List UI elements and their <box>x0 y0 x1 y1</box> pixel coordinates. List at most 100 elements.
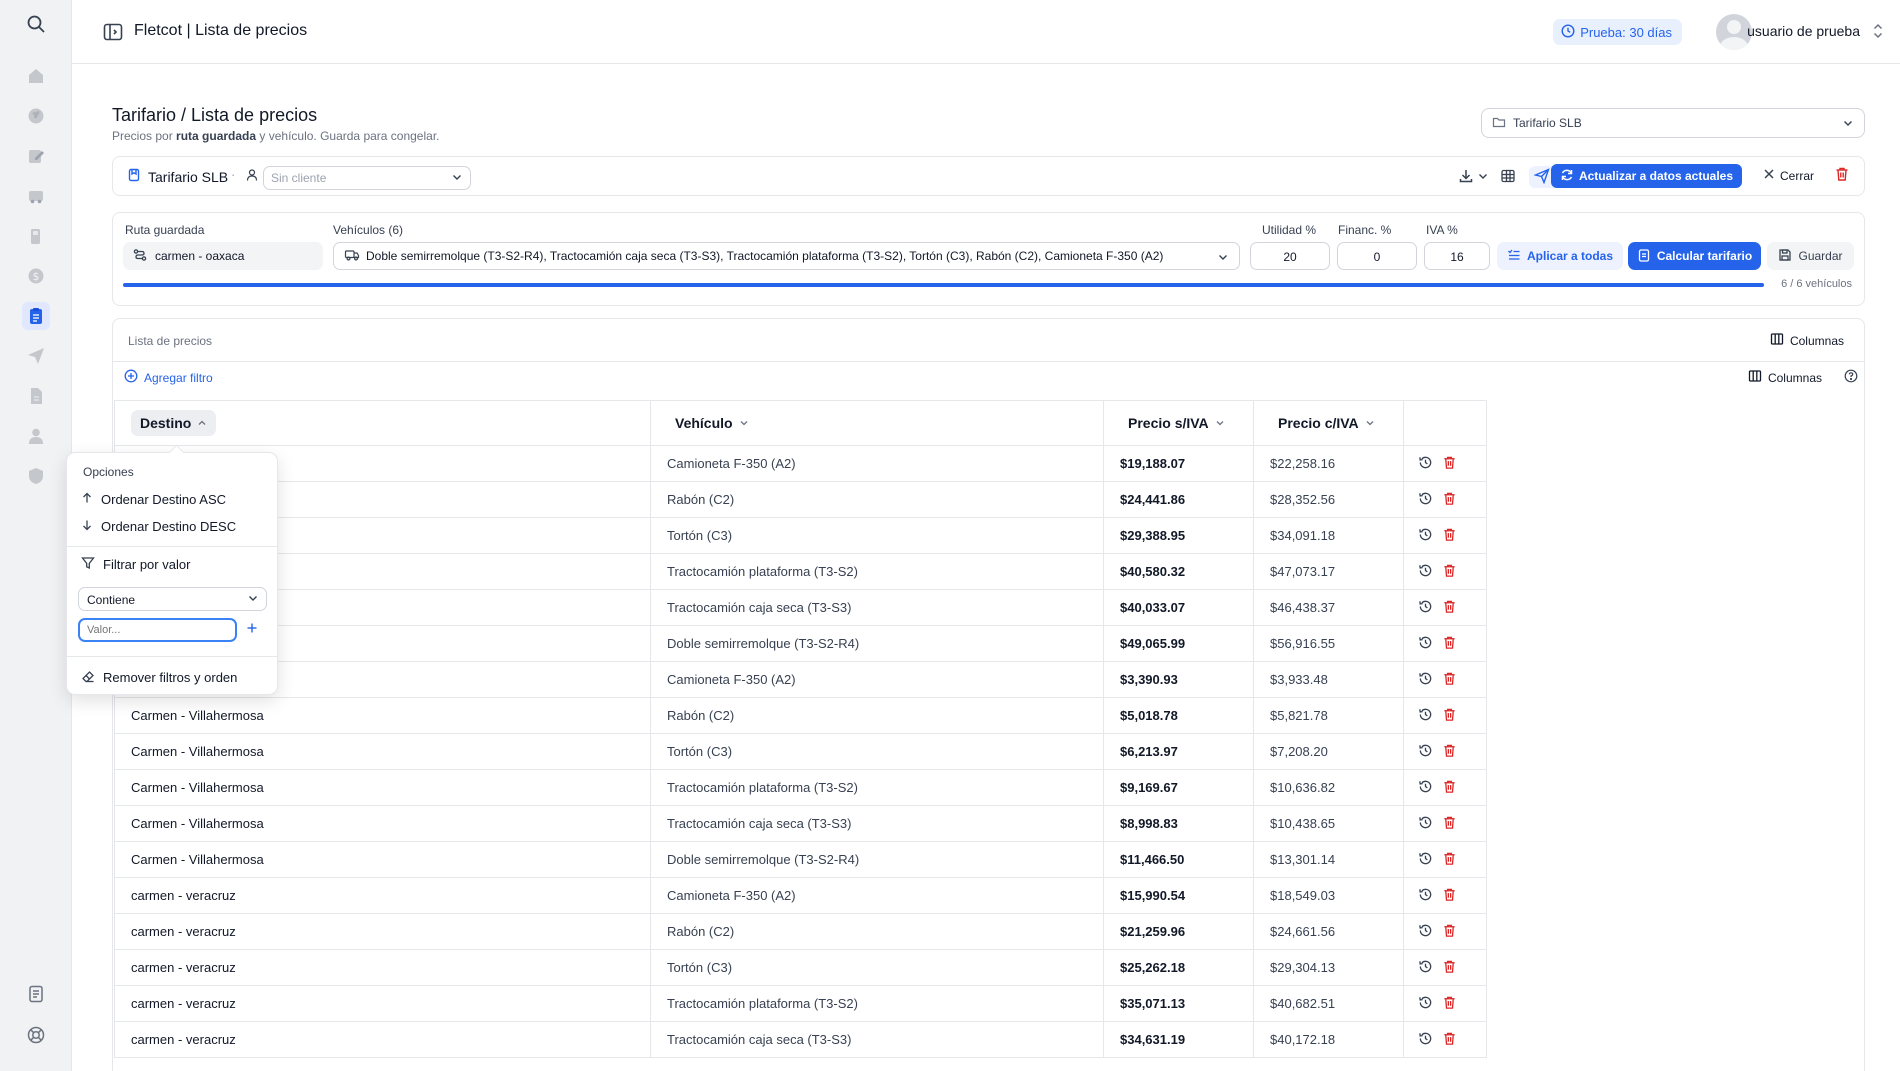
user-name[interactable]: usuario de prueba <box>1747 23 1860 39</box>
trash-icon[interactable] <box>1442 959 1457 977</box>
trash-icon[interactable] <box>1442 455 1457 473</box>
help-lifebuoy-icon[interactable] <box>22 1021 50 1049</box>
table-row[interactable]: carmen - veracruz Tractocamión caja seca … <box>114 1021 1487 1058</box>
columns-button-header[interactable]: Columnas <box>1770 332 1844 349</box>
trash-icon[interactable] <box>1442 779 1457 797</box>
trash-icon[interactable] <box>1442 707 1457 725</box>
trash-icon[interactable] <box>1442 851 1457 869</box>
iva-input[interactable]: 16 <box>1424 242 1490 270</box>
table-row[interactable]: Camioneta F-350 (A2) $3,390.93 $3,933.48 <box>114 661 1487 698</box>
trash-icon[interactable] <box>1442 923 1457 941</box>
tariff-select[interactable]: Tarifario SLB <box>1481 108 1865 138</box>
history-icon[interactable] <box>1418 959 1433 977</box>
col-header-destino[interactable]: Destino <box>114 400 651 446</box>
sort-desc-option[interactable]: Ordenar Destino DESC <box>81 519 236 534</box>
trash-icon[interactable] <box>1442 671 1457 689</box>
history-icon[interactable] <box>1418 599 1433 617</box>
table-row[interactable]: Tractocamión plataforma (T3-S2) $40,580.3… <box>114 553 1487 590</box>
table-row[interactable]: Tractocamión caja seca (T3-S3) $40,033.07… <box>114 589 1487 626</box>
shield-icon[interactable] <box>22 462 50 490</box>
table-view-button[interactable] <box>1500 166 1516 188</box>
table-row[interactable]: Carmen - Villahermosa Rabón (C2) $5,018.78… <box>114 697 1487 734</box>
close-button[interactable]: Cerrar <box>1763 168 1814 183</box>
truck-icon[interactable] <box>22 182 50 210</box>
utilidad-input[interactable]: 20 <box>1250 242 1330 270</box>
table-row[interactable]: Carmen - Villahermosa Tortón (C3) $6,213.9… <box>114 733 1487 770</box>
add-filter-value-button[interactable] <box>245 621 259 638</box>
history-icon[interactable] <box>1418 1031 1433 1049</box>
table-row[interactable]: carmen - veracruz Tractocamión plataforma… <box>114 985 1487 1022</box>
table-row[interactable]: Camioneta F-350 (A2) $19,188.07 $22,258.16 <box>114 445 1487 482</box>
history-icon[interactable] <box>1418 851 1433 869</box>
calculate-tariff-button[interactable]: Calcular tarifario <box>1628 242 1761 270</box>
table-row[interactable]: Carmen - Villahermosa Tractocamión plataf… <box>114 769 1487 806</box>
col-header-precio-siva[interactable]: Precio s/IVA <box>1103 400 1254 446</box>
table-row[interactable]: Tortón (C3) $29,388.95 $34,091.18 <box>114 517 1487 554</box>
history-icon[interactable] <box>1418 635 1433 653</box>
history-icon[interactable] <box>1418 527 1433 545</box>
add-filter-button[interactable]: Agregar filtro <box>124 369 213 386</box>
filter-value-input[interactable] <box>78 618 237 642</box>
filter-operator-select[interactable]: Contiene <box>78 587 267 611</box>
home-icon[interactable] <box>22 62 50 90</box>
trash-icon[interactable] <box>1442 599 1457 617</box>
download-menu-button[interactable] <box>1458 166 1489 188</box>
table-row[interactable]: Rabón (C2) $24,441.86 $28,352.56 <box>114 481 1487 518</box>
user-icon[interactable] <box>22 422 50 450</box>
help-icon[interactable] <box>1844 369 1858 386</box>
col-header-precio-civa[interactable]: Precio c/IVA <box>1253 400 1404 446</box>
price-list-icon[interactable] <box>22 302 50 330</box>
client-select[interactable]: Sin cliente <box>263 166 471 190</box>
document-icon[interactable] <box>22 382 50 410</box>
table-row[interactable]: carmen - veracruz Camioneta F-350 (A2) $15… <box>114 877 1487 914</box>
history-icon[interactable] <box>1418 707 1433 725</box>
history-icon[interactable] <box>1418 779 1433 797</box>
dollar-icon[interactable]: $ <box>22 262 50 290</box>
chevron-up-down-icon[interactable] <box>1871 22 1885 40</box>
table-row[interactable]: Carmen - Villahermosa Tractocamión caja s… <box>114 805 1487 842</box>
table-row[interactable]: Doble semirremolque (T3-S2-R4) $49,065.99… <box>114 625 1487 662</box>
remove-filters-option[interactable]: Remover filtros y orden <box>81 669 237 686</box>
fuel-icon[interactable] <box>22 222 50 250</box>
apply-all-button[interactable]: Aplicar a todas <box>1497 242 1623 270</box>
edit-note-icon[interactable] <box>22 142 50 170</box>
table-row[interactable]: carmen - veracruz Rabón (C2) $21,259.96 $24… <box>114 913 1487 950</box>
table-row[interactable]: carmen - veracruz Tortón (C3) $25,262.18 $2… <box>114 949 1487 986</box>
save-button[interactable]: Guardar <box>1767 242 1854 270</box>
sort-asc-option[interactable]: Ordenar Destino ASC <box>81 492 226 507</box>
col-header-vehiculo[interactable]: Vehículo <box>650 400 1104 446</box>
history-icon[interactable] <box>1418 923 1433 941</box>
trash-icon[interactable] <box>1442 743 1457 761</box>
history-icon[interactable] <box>1418 671 1433 689</box>
history-icon[interactable] <box>1418 995 1433 1013</box>
history-icon[interactable] <box>1418 563 1433 581</box>
trash-icon[interactable] <box>1442 563 1457 581</box>
history-icon[interactable] <box>1418 491 1433 509</box>
route-field[interactable]: carmen - oaxaca <box>123 242 323 270</box>
search-icon[interactable] <box>22 10 50 38</box>
sidebar-toggle-icon[interactable] <box>102 21 124 43</box>
financ-input[interactable]: 0 <box>1337 242 1417 270</box>
vehicles-multiselect[interactable]: Doble semirremolque (T3-S2-R4), Tractoca… <box>333 242 1240 270</box>
delete-tariff-button[interactable] <box>1834 166 1850 185</box>
trash-icon[interactable] <box>1442 527 1457 545</box>
notes-icon[interactable] <box>22 980 50 1008</box>
columns-button-filter[interactable]: Columnas <box>1748 369 1822 386</box>
trash-icon[interactable] <box>1442 491 1457 509</box>
table-row[interactable]: Carmen - Villahermosa Doble semirremolque… <box>114 841 1487 878</box>
trial-badge[interactable]: Prueba: 30 días <box>1553 19 1682 45</box>
trash-icon[interactable] <box>1442 1031 1457 1049</box>
destino-sort-chip[interactable]: Destino <box>131 410 217 436</box>
filter-by-value-option[interactable]: Filtrar por valor <box>81 556 190 573</box>
history-icon[interactable] <box>1418 887 1433 905</box>
trash-icon[interactable] <box>1442 887 1457 905</box>
history-icon[interactable] <box>1418 815 1433 833</box>
history-icon[interactable] <box>1418 743 1433 761</box>
trash-icon[interactable] <box>1442 815 1457 833</box>
trash-icon[interactable] <box>1442 995 1457 1013</box>
globe-icon[interactable] <box>22 102 50 130</box>
update-data-button[interactable]: Actualizar a datos actuales <box>1550 164 1742 188</box>
send-icon[interactable] <box>22 342 50 370</box>
history-icon[interactable] <box>1418 455 1433 473</box>
trash-icon[interactable] <box>1442 635 1457 653</box>
